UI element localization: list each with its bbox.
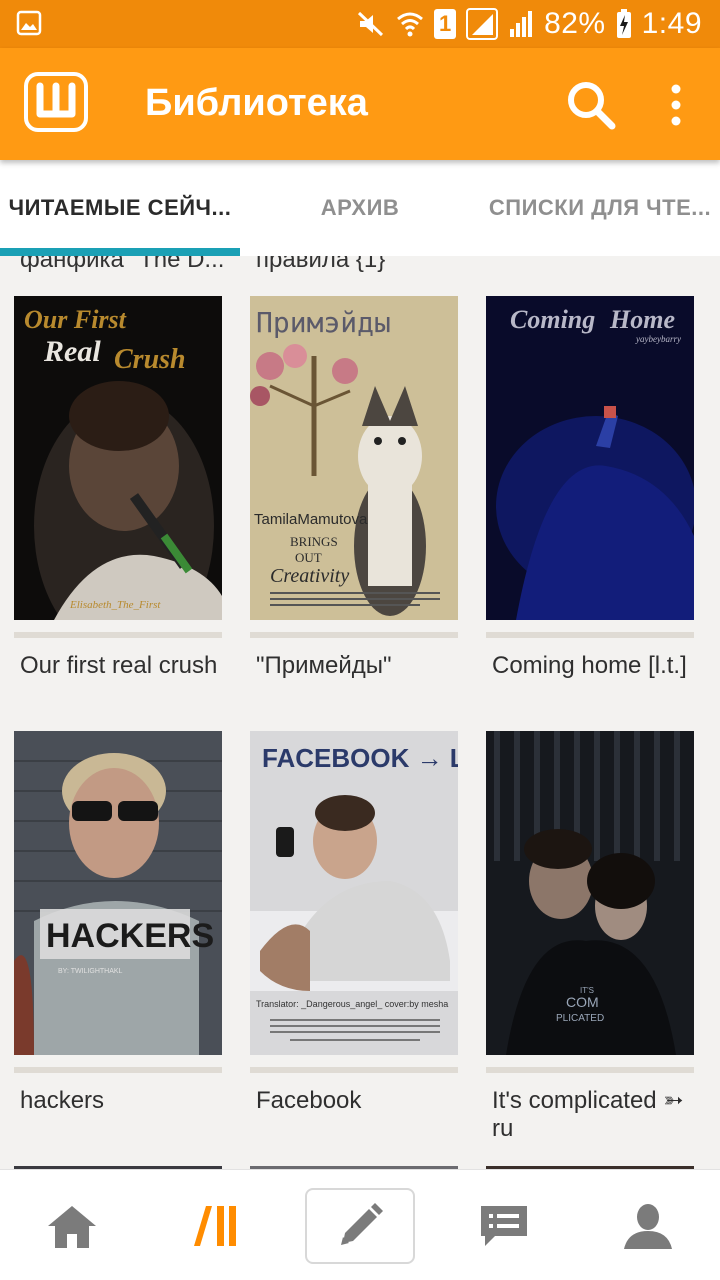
cover-heading: Real: [43, 335, 101, 368]
story-grid[interactable]: фанфика "The D... правила {1} Our First …: [0, 256, 720, 1169]
nav-home[interactable]: [0, 1170, 144, 1280]
wifi-icon: [397, 12, 424, 37]
cover-author: yaybeybarry: [635, 334, 681, 344]
signal-icon: [466, 8, 499, 40]
partial-story-title: фанфика "The D...: [20, 256, 225, 273]
library-screen: 1 82% 1:49 Библиотека ЧИТАЕМЫЕ СЕЙЧ... А…: [0, 0, 720, 1280]
pencil-icon: [341, 1203, 383, 1245]
chat-icon: [481, 1205, 527, 1246]
story-card[interactable]: HACKERS BY: TWILIGHTHAKL hackers: [14, 731, 222, 1115]
reading-progress: [486, 1067, 694, 1073]
reading-progress: [14, 632, 222, 638]
home-icon: [48, 1205, 96, 1248]
reading-progress: [486, 632, 694, 638]
cover-tagline: Creativity: [270, 565, 349, 587]
cover-heading: PLICATED: [556, 1013, 604, 1024]
bottom-navigation: [0, 1169, 720, 1280]
cover-heading: HACKERS: [46, 917, 214, 955]
partial-story-title: правила {1}: [256, 256, 386, 273]
clock: 1:49: [641, 7, 702, 40]
cover-heading: Coming: [510, 305, 595, 334]
story-title: "Примейды": [256, 652, 392, 679]
story-title: It's complicated ➳ ru: [492, 1087, 684, 1142]
nav-write[interactable]: [305, 1188, 415, 1264]
story-title: hackers: [20, 1087, 105, 1114]
battery-charging-icon: [616, 9, 631, 38]
cover-heading: Home: [609, 305, 675, 334]
cover-heading: COM: [566, 994, 599, 1010]
mute-icon: [358, 11, 384, 37]
reading-progress: [250, 1067, 458, 1073]
cover-author: BY: TWILIGHTHAKL: [58, 968, 123, 975]
reading-progress: [14, 1067, 222, 1073]
story-cover[interactable]: Примэйды TamilaMamutova BRINGS OUT Creat…: [250, 296, 458, 620]
status-indicators: 1 82% 1:49: [356, 6, 702, 42]
cover-tagline: OUT: [295, 550, 322, 565]
tab-indicator: [0, 248, 240, 256]
sim-slot-label: 1: [438, 11, 452, 36]
story-card[interactable]: Примэйды TamilaMamutova BRINGS OUT Creat…: [250, 296, 458, 680]
cover-heading: Crush: [114, 344, 186, 375]
cover-credit: Translator: _Dangerous_angel_ cover:by m…: [256, 999, 448, 1009]
cover-heading: Our First: [24, 305, 127, 334]
cover-author: Elisabeth_The_First: [69, 599, 161, 611]
tab-archive[interactable]: АРХИВ: [240, 160, 480, 256]
gallery-notification-icon: [16, 10, 42, 36]
page-title: Библиотека: [145, 82, 368, 124]
status-bar: 1 82% 1:49: [0, 0, 720, 48]
sim-slot-badge: 1: [434, 9, 457, 39]
story-cover[interactable]: HACKERS BY: TWILIGHTHAKL: [14, 731, 222, 1055]
story-card[interactable]: Our First Real Crush Elisabeth_The_First…: [14, 296, 222, 680]
story-title: Facebook: [256, 1087, 362, 1114]
story-card[interactable]: IT'S COM PLICATED It's complicated ➳ ru: [486, 731, 694, 1143]
more-vert-icon[interactable]: [660, 78, 692, 132]
story-cover[interactable]: IT'S COM PLICATED: [486, 731, 694, 1055]
story-card[interactable]: FACEBOOK → LP Translator: _Dangerous_ang…: [250, 731, 458, 1115]
story-title: Coming home [l.t.]: [492, 652, 687, 679]
story-title: Our first real crush: [20, 652, 218, 679]
wattpad-logo[interactable]: [24, 72, 88, 132]
cover-tagline: BRINGS: [290, 534, 338, 549]
story-cover[interactable]: FACEBOOK → LP Translator: _Dangerous_ang…: [250, 731, 458, 1055]
reading-progress: [250, 632, 458, 638]
cover-heading: Примэйды: [256, 306, 391, 339]
cover-author: TamilaMamutova: [254, 511, 368, 528]
story-card[interactable]: Coming Home yaybeybarry Coming home [l.t…: [486, 296, 694, 680]
battery-percent: 82%: [544, 7, 606, 40]
profile-icon: [624, 1203, 672, 1249]
tab-reading-now[interactable]: ЧИТАЕМЫЕ СЕЙЧ...: [0, 160, 240, 256]
cover-heading: FACEBOOK → LP: [262, 743, 458, 773]
app-bar: Библиотека: [0, 48, 720, 160]
logo-mark-icon: [36, 82, 76, 118]
story-cover[interactable]: Coming Home yaybeybarry: [486, 296, 694, 620]
story-cover[interactable]: Our First Real Crush Elisabeth_The_First: [14, 296, 222, 620]
nav-library[interactable]: [144, 1170, 288, 1280]
nav-profile[interactable]: [576, 1170, 720, 1280]
library-icon: [194, 1205, 236, 1246]
nav-messages[interactable]: [432, 1170, 576, 1280]
library-tabs: ЧИТАЕМЫЕ СЕЙЧ... АРХИВ СПИСКИ ДЛЯ ЧТЕ...: [0, 160, 720, 256]
search-icon[interactable]: [564, 78, 618, 132]
signal-bars-icon: [510, 11, 533, 37]
tab-reading-lists[interactable]: СПИСКИ ДЛЯ ЧТЕ...: [480, 160, 720, 256]
